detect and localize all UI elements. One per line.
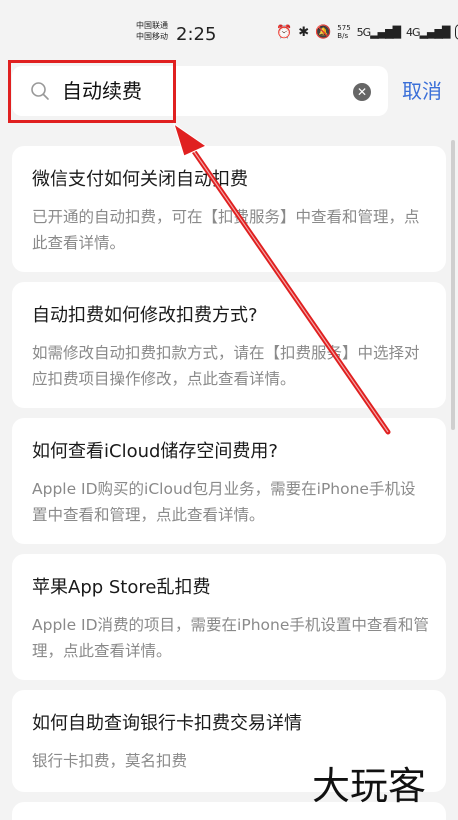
status-icons: ⏰ ✱ 🔕 575 B/s 5G▂▄▆█ 4G▂▄▆█ 49 <box>276 24 458 40</box>
watermark: 大玩客 <box>312 764 427 808</box>
result-desc: 已开通的自动扣费，可在【扣费服务】中查看和管理，点此查看详情。 <box>32 208 420 252</box>
result-card[interactable]: 自动扣费如何修改扣费方式? 如需修改自动扣费扣款方式，请在【扣费服务】中选择对应… <box>12 282 446 408</box>
net-speed: 575 B/s <box>337 24 351 40</box>
clock: 2:25 <box>176 24 217 45</box>
result-title: 如何自助查询银行卡扣费交易详情 <box>32 713 302 734</box>
result-title: 苹果App Store乱扣费 <box>32 577 211 598</box>
scrollbar[interactable] <box>451 140 455 430</box>
bluetooth-icon: ✱ <box>298 24 310 40</box>
result-card[interactable]: 如何查看iCloud储存空间费用? Apple ID购买的iCloud包月业务，… <box>12 418 446 544</box>
result-title: 微信支付如何关闭自动扣费 <box>32 169 248 190</box>
signal-5g: 5G▂▄▆█ <box>356 25 401 39</box>
clear-icon[interactable]: ✕ <box>353 83 371 101</box>
signal-4g: 4G▂▄▆█ <box>406 25 450 39</box>
mute-icon: 🔕 <box>315 24 332 40</box>
result-desc: Apple ID购买的iCloud包月业务，需要在iPhone手机设置中查看和管… <box>32 480 416 524</box>
result-desc: 如需修改自动扣费扣款方式，请在【扣费服务】中选择对应扣费项目操作修改，点此查看详… <box>32 344 420 388</box>
status-bar: 中国联通 中国移动 2:25 ⏰ ✱ 🔕 575 B/s 5G▂▄▆█ 4G▂▄… <box>0 0 458 60</box>
highlight-annotation <box>8 60 176 123</box>
result-card[interactable]: 苹果App Store乱扣费 Apple ID消费的项目，需要在iPhone手机… <box>12 554 446 680</box>
alarm-icon: ⏰ <box>276 24 293 40</box>
result-title: 自动扣费如何修改扣费方式? <box>32 305 258 326</box>
result-desc: Apple ID消费的项目，需要在iPhone手机设置中查看和管理，点此查看详情… <box>32 616 429 660</box>
result-title: 如何查看iCloud储存空间费用? <box>32 441 278 462</box>
carrier-2: 中国移动 <box>136 32 168 41</box>
carrier-1: 中国联通 <box>136 21 168 30</box>
carrier-info: 中国联通 中国移动 <box>136 20 168 42</box>
result-card[interactable]: 微信支付如何关闭自动扣费 已开通的自动扣费，可在【扣费服务】中查看和管理，点此查… <box>12 146 446 272</box>
cancel-button[interactable]: 取消 <box>402 78 442 104</box>
